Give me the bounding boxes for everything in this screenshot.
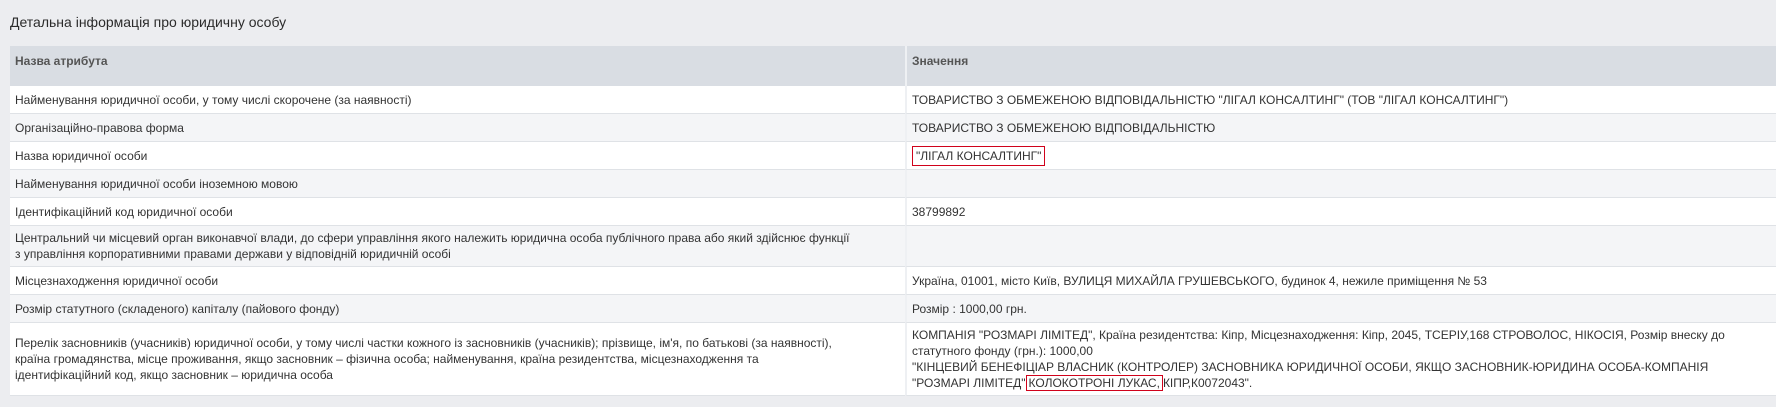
table-row: Найменування юридичної особи іноземною м… — [10, 170, 1776, 198]
attribute-label: Місцезнаходження юридичної особи — [10, 267, 905, 295]
attribute-label: Найменування юридичної особи, у тому чис… — [10, 86, 905, 114]
table-row: Організаційно-правова форма ТОВАРИСТВО З… — [10, 114, 1776, 142]
table-row: Назва юридичної особи "ЛІГАЛ КОНСАЛТИНГ" — [10, 142, 1776, 170]
table-row: Місцезнаходження юридичної особи Україна… — [10, 267, 1776, 295]
table-row: Перелік засновників (учасників) юридично… — [10, 323, 1776, 396]
page-title: Детальна інформація про юридичну особу — [10, 14, 287, 30]
attribute-value: ТОВАРИСТВО З ОБМЕЖЕНОЮ ВІДПОВІДАЛЬНІСТЮ — [905, 114, 1776, 142]
attribute-label-line: країна громадянства, місце проживання, я… — [15, 352, 759, 366]
attribute-value — [905, 226, 1776, 267]
column-header-value[interactable]: Значення — [905, 46, 1776, 86]
attributes-table: Назва атрибута Значення Найменування юри… — [10, 46, 1776, 396]
attribute-value: 38799892 — [905, 198, 1776, 226]
table-row: Центральний чи місцевий орган виконавчої… — [10, 226, 1776, 267]
table-row: Розмір статутного (складеного) капіталу … — [10, 295, 1776, 323]
table-row: Ідентифікаційний код юридичної особи 387… — [10, 198, 1776, 226]
attribute-label: Розмір статутного (складеного) капіталу … — [10, 295, 905, 323]
attribute-label-line: з управління корпоративними правами держ… — [15, 247, 451, 261]
column-header-attribute[interactable]: Назва атрибута — [10, 46, 905, 86]
founder-line: статутного фонду (грн.): 1000,00 — [912, 344, 1093, 358]
attribute-value: Україна, 01001, місто Київ, ВУЛИЦЯ МИХАЙ… — [905, 267, 1776, 295]
attribute-label-line: ідентифікаційний код, якщо засновник – ю… — [15, 368, 333, 382]
attribute-label: Найменування юридичної особи іноземною м… — [10, 170, 905, 198]
highlighted-company-name: "ЛІГАЛ КОНСАЛТИНГ" — [912, 145, 1046, 166]
attribute-label: Ідентифікаційний код юридичної особи — [10, 198, 905, 226]
founder-line: КОМПАНІЯ "РОЗМАРІ ЛІМІТЕД", Країна резид… — [912, 328, 1725, 342]
attribute-value: "ЛІГАЛ КОНСАЛТИНГ" — [905, 142, 1776, 170]
attribute-value: Розмір : 1000,00 грн. — [905, 295, 1776, 323]
beneficiary-line: "РОЗМАРІ ЛІМІТЕД" КОЛОКОТРОНІ ЛУКАС, КІПР,… — [912, 375, 1771, 391]
attribute-label: Організаційно-правова форма — [10, 114, 905, 142]
attribute-value — [905, 170, 1776, 198]
attribute-label: Назва юридичної особи — [10, 142, 905, 170]
attribute-label: Центральний чи місцевий орган виконавчої… — [10, 226, 905, 267]
table-row: Найменування юридичної особи, у тому чис… — [10, 86, 1776, 114]
attribute-label-line: Центральний чи місцевий орган виконавчої… — [15, 231, 850, 245]
beneficiary-company: "РОЗМАРІ ЛІМІТЕД" — [912, 376, 1026, 390]
attribute-label-line: Перелік засновників (учасників) юридично… — [15, 336, 832, 350]
attribute-value: КОМПАНІЯ "РОЗМАРІ ЛІМІТЕД", Країна резид… — [905, 323, 1776, 396]
attribute-value: ТОВАРИСТВО З ОБМЕЖЕНОЮ ВІДПОВІДАЛЬНІСТЮ … — [905, 86, 1776, 114]
highlighted-beneficiary-name: КОЛОКОТРОНІ ЛУКАС, — [1025, 375, 1163, 391]
attribute-label: Перелік засновників (учасників) юридично… — [10, 323, 905, 396]
beneficiary-details: КІПР,К0072043". — [1162, 376, 1253, 390]
table-header-row: Назва атрибута Значення — [10, 46, 1776, 86]
beneficiary-line: "КІНЦЕВИЙ БЕНЕФІЦІАР ВЛАСНИК (КОНТРОЛЕР)… — [912, 360, 1709, 374]
